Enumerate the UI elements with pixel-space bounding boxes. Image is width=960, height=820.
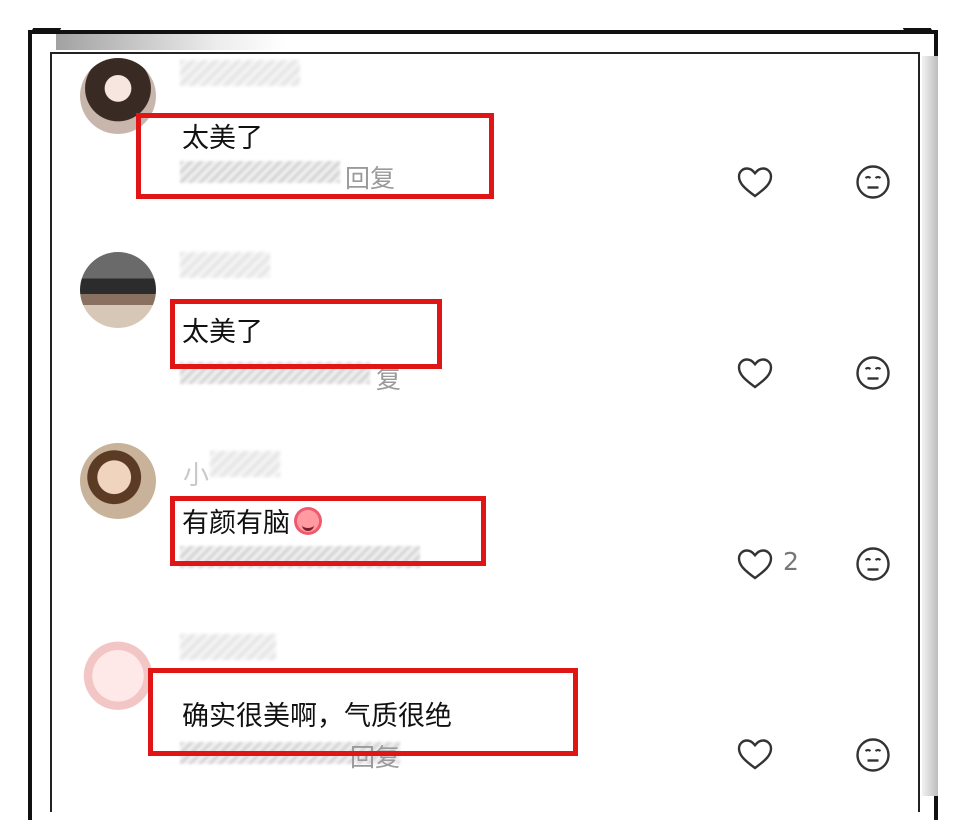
neutral-face-icon[interactable]: [855, 546, 891, 582]
heart-outline-icon[interactable]: [737, 357, 773, 389]
neutral-face-icon[interactable]: [855, 355, 891, 391]
comment-item: 小 有颜有脑 2: [80, 443, 910, 603]
avatar[interactable]: [80, 443, 156, 519]
neutral-face-icon[interactable]: [855, 737, 891, 773]
heart-outline-icon[interactable]: [737, 548, 773, 580]
heart-outline-icon[interactable]: [737, 738, 773, 770]
username-blur: [210, 451, 280, 477]
highlight-box: [170, 299, 442, 369]
like-count: 2: [783, 547, 799, 576]
highlight-box: [148, 668, 578, 756]
avatar[interactable]: [80, 634, 156, 710]
username-blur: [180, 634, 276, 660]
right-shadow: [922, 56, 938, 796]
comment-item: 确实很美啊，气质很绝 回复: [80, 634, 910, 794]
username-blur: [180, 60, 300, 86]
top-shadow: [56, 34, 286, 50]
highlight-box: [136, 113, 494, 199]
comment-item: 太美了 回复: [80, 58, 910, 218]
heart-outline-icon[interactable]: [737, 166, 773, 198]
comment-item: 太美了 复: [80, 252, 910, 412]
username[interactable]: 小: [183, 455, 209, 492]
username-blur: [180, 252, 270, 278]
neutral-face-icon[interactable]: [855, 164, 891, 200]
avatar[interactable]: [80, 252, 156, 328]
highlight-box: [170, 496, 486, 566]
